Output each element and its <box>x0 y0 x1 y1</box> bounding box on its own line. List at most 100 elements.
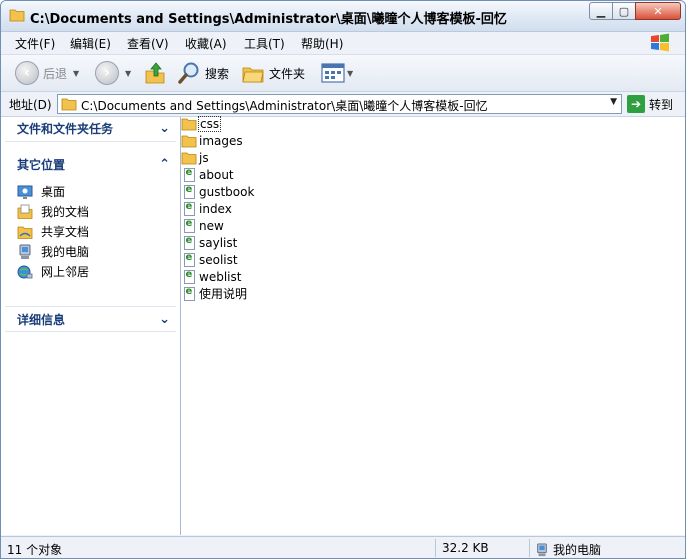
html-file-icon <box>181 167 197 182</box>
folders-button[interactable]: 文件夹 <box>241 59 305 87</box>
search-button[interactable]: 搜索 <box>177 59 229 87</box>
details-section-header[interactable]: 详细信息 ⌄ <box>5 308 176 330</box>
search-icon <box>178 62 199 84</box>
place-label: 桌面 <box>41 185 66 199</box>
folder-icon <box>181 134 197 148</box>
file-name: index <box>199 201 232 216</box>
explorer-window: C:\Documents and Settings\Administrator\… <box>0 0 686 559</box>
minimize-button[interactable]: ▁ <box>589 2 613 20</box>
html-file-icon <box>181 184 197 199</box>
menu-view[interactable]: 查看(V) <box>127 35 169 52</box>
menu-tools[interactable]: 工具(T) <box>244 35 285 52</box>
up-folder-button[interactable] <box>144 59 166 87</box>
status-size: 32.2 KB <box>442 541 489 555</box>
address-label: 地址(D) <box>9 98 52 112</box>
place-label: 共享文档 <box>41 225 90 239</box>
file-name: weblist <box>199 269 242 284</box>
toolbar: ‹ 后退 ▼ › ▼ 搜索 文件夹 ▼ <box>1 55 685 92</box>
html-file-icon <box>181 201 197 216</box>
network-globe-icon <box>17 264 33 280</box>
address-input[interactable]: C:\Documents and Settings\Administrator\… <box>57 94 622 114</box>
chevron-down-icon[interactable]: ⌄ <box>159 121 170 136</box>
address-value: C:\Documents and Settings\Administrator\… <box>81 99 488 113</box>
file-item-html[interactable]: 使用说明 <box>181 285 247 302</box>
minimize-icon: ▁ <box>596 4 606 18</box>
maximize-button[interactable]: ▢ <box>612 2 636 20</box>
folder-icon <box>9 9 25 22</box>
file-item-folder[interactable]: js <box>181 149 209 166</box>
forward-button[interactable]: › ▼ <box>95 59 131 87</box>
divider <box>529 539 530 557</box>
file-name: about <box>199 167 234 182</box>
forward-dropdown-icon[interactable]: ▼ <box>125 69 131 78</box>
file-item-html[interactable]: new <box>181 217 224 234</box>
file-item-folder[interactable]: images <box>181 132 243 149</box>
go-button[interactable]: ➔ 转到 <box>627 94 673 114</box>
chevron-down-icon[interactable]: ⌄ <box>159 312 170 327</box>
close-button[interactable]: ✕ <box>635 2 681 20</box>
file-name: js <box>199 150 209 165</box>
menu-file[interactable]: 文件(F) <box>15 35 55 52</box>
go-arrow-icon: ➔ <box>627 95 645 113</box>
divider <box>5 306 176 307</box>
address-dropdown-icon[interactable]: ▼ <box>610 97 617 107</box>
close-icon: ✕ <box>653 4 663 18</box>
status-location-label: 我的电脑 <box>553 543 602 557</box>
file-item-html[interactable]: seolist <box>181 251 238 268</box>
tasks-section-header[interactable]: 文件和文件夹任务 ⌄ <box>5 117 176 139</box>
places-section-title: 其它位置 <box>17 157 66 172</box>
desktop-icon <box>17 184 33 200</box>
address-bar: 地址(D) C:\Documents and Settings\Administ… <box>1 92 685 117</box>
views-button[interactable]: ▼ <box>321 59 353 87</box>
views-dropdown-icon: ▼ <box>347 68 354 78</box>
file-name: 使用说明 <box>199 287 248 301</box>
places-section-header[interactable]: 其它位置 ⌃ <box>5 153 176 175</box>
file-item-html[interactable]: gustbook <box>181 183 254 200</box>
views-grid-icon <box>321 63 345 83</box>
menu-favorites[interactable]: 收藏(A) <box>185 35 227 52</box>
computer-icon <box>17 244 33 260</box>
window-title: C:\Documents and Settings\Administrator\… <box>30 12 507 27</box>
status-object-count: 11 个对象 <box>7 543 63 557</box>
html-file-icon <box>181 218 197 233</box>
file-name: saylist <box>199 235 238 250</box>
file-name: css <box>197 115 222 132</box>
folder-icon <box>181 117 197 131</box>
details-section-title: 详细信息 <box>17 312 66 327</box>
title-bar[interactable]: C:\Documents and Settings\Administrator\… <box>1 1 685 32</box>
file-item-html[interactable]: weblist <box>181 268 241 285</box>
back-button[interactable]: ‹ 后退 ▼ <box>15 59 79 87</box>
place-item-desktop[interactable]: 桌面 <box>17 183 65 200</box>
chevron-up-icon[interactable]: ⌃ <box>159 157 170 172</box>
folders-label: 文件夹 <box>269 66 306 81</box>
documents-icon <box>17 204 33 220</box>
status-location: 我的电脑 <box>535 541 601 558</box>
search-label: 搜索 <box>205 66 230 81</box>
menu-edit[interactable]: 编辑(E) <box>70 35 111 52</box>
file-list: css images js about gustbook index new <box>181 115 685 535</box>
file-item-html[interactable]: saylist <box>181 234 237 251</box>
folder-icon <box>181 151 197 165</box>
place-item-network[interactable]: 网上邻居 <box>17 263 89 280</box>
file-item-html[interactable]: index <box>181 200 232 217</box>
place-label: 我的文档 <box>41 205 90 219</box>
place-item-shared-documents[interactable]: 共享文档 <box>17 223 89 240</box>
html-file-icon <box>181 269 197 284</box>
folders-icon <box>242 67 264 83</box>
menu-help[interactable]: 帮助(H) <box>301 35 343 52</box>
place-item-my-computer[interactable]: 我的电脑 <box>17 243 89 260</box>
up-folder-icon <box>145 62 165 84</box>
file-item-folder[interactable]: css <box>181 115 222 132</box>
shared-folder-icon <box>17 224 33 240</box>
back-arrow-icon: ‹ <box>15 61 39 85</box>
back-label: 后退 <box>43 66 68 81</box>
place-item-my-documents[interactable]: 我的文档 <box>17 203 89 220</box>
computer-icon <box>537 542 547 556</box>
forward-arrow-icon: › <box>95 61 119 85</box>
maximize-icon: ▢ <box>618 4 630 18</box>
place-label: 我的电脑 <box>41 245 90 259</box>
divider <box>435 539 436 557</box>
file-item-html[interactable]: about <box>181 166 234 183</box>
back-dropdown-icon[interactable]: ▼ <box>73 69 79 78</box>
html-file-icon <box>181 235 197 250</box>
